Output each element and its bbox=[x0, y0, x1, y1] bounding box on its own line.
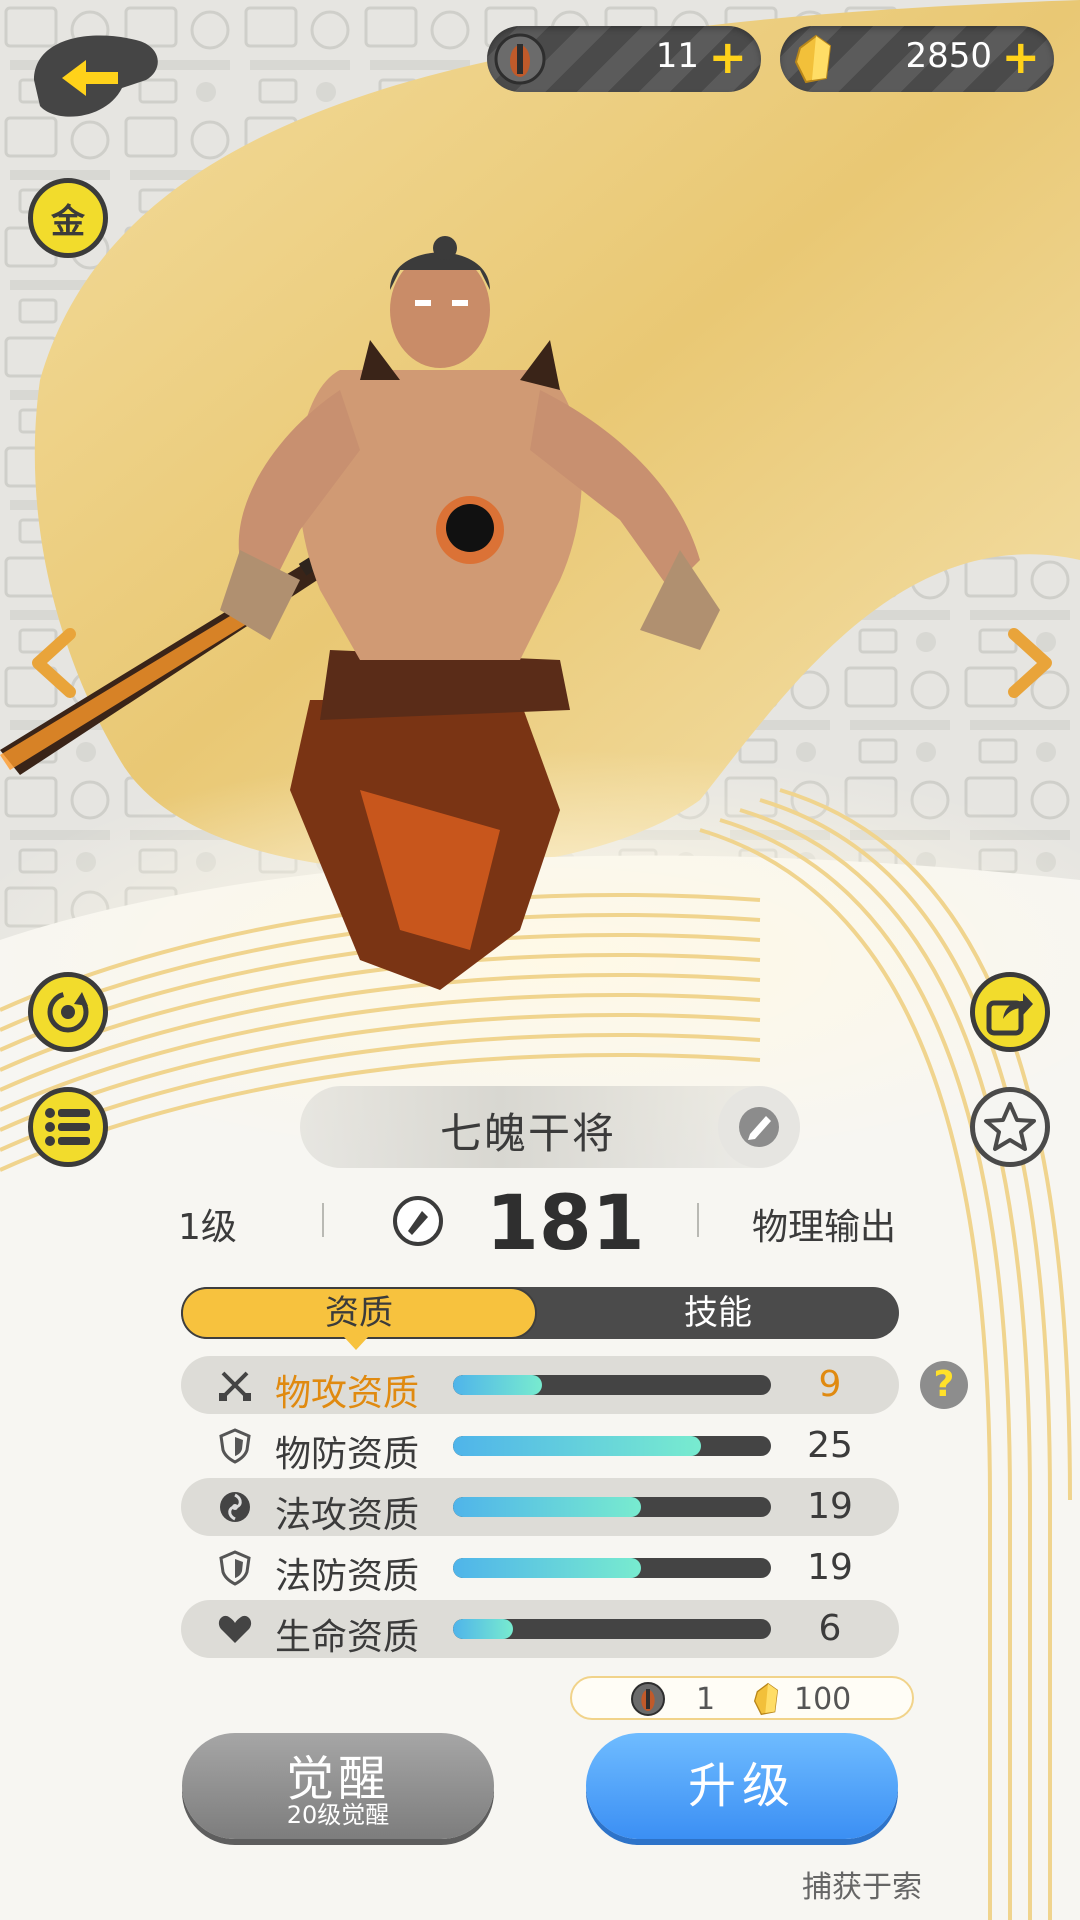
spirit-orb-amount: 11 bbox=[655, 36, 699, 76]
stat-value: 9 bbox=[818, 1364, 842, 1405]
gold-char: 金 bbox=[51, 201, 85, 242]
chevron-right-icon bbox=[1008, 628, 1052, 698]
awaken-button[interactable]: 觉醒 20级觉醒 bbox=[182, 1733, 494, 1839]
next-hero-button[interactable] bbox=[1000, 628, 1060, 698]
stat-value: 19 bbox=[807, 1547, 853, 1588]
stat-value: 6 bbox=[818, 1608, 842, 1649]
stat-label: 物防资质 bbox=[275, 1434, 420, 1475]
stat-value: 25 bbox=[807, 1425, 853, 1466]
orb-cost: 1 bbox=[696, 1682, 716, 1717]
rotate-button[interactable] bbox=[28, 972, 108, 1052]
hero-power: 181 bbox=[486, 1178, 645, 1267]
stat-row-magic-defense: 法防资质 19 bbox=[181, 1539, 899, 1597]
stat-label: 法防资质 bbox=[275, 1556, 420, 1597]
list-button[interactable] bbox=[28, 1087, 108, 1167]
edit-pencil-icon bbox=[739, 1107, 779, 1147]
rotate-icon bbox=[47, 991, 89, 1033]
gold-crystal-icon bbox=[786, 32, 840, 86]
upgrade-cost: 1 100 bbox=[570, 1676, 914, 1720]
list-icon bbox=[45, 1108, 90, 1146]
tab-qualification[interactable]: 资质 bbox=[181, 1287, 537, 1339]
chevron-left-icon bbox=[32, 628, 76, 698]
hero-role: 物理输出 bbox=[752, 1207, 897, 1248]
gold-badge-button[interactable]: 金 bbox=[28, 178, 108, 258]
stat-bar bbox=[453, 1619, 771, 1639]
shield-icon bbox=[219, 1428, 251, 1464]
stat-row-health: 生命资质 6 bbox=[181, 1600, 899, 1658]
favorite-button[interactable] bbox=[970, 1087, 1050, 1167]
stat-row-magic-attack: 法攻资质 19 bbox=[181, 1478, 899, 1536]
back-arrow-icon bbox=[34, 35, 158, 117]
crystal-cost: 100 bbox=[794, 1682, 852, 1717]
stat-bar bbox=[453, 1497, 771, 1517]
stat-row-physical-attack: 物攻资质 9 bbox=[181, 1356, 899, 1414]
add-spirit-orb-button[interactable]: + bbox=[708, 30, 747, 84]
stat-label: 法攻资质 bbox=[275, 1495, 420, 1536]
back-button[interactable] bbox=[26, 20, 166, 126]
stat-row-physical-defense: 物防资质 25 bbox=[181, 1417, 899, 1475]
gold-crystal-icon bbox=[748, 1681, 784, 1717]
hero-character-model[interactable] bbox=[0, 230, 820, 990]
magic-orb-icon bbox=[220, 1492, 250, 1522]
previous-hero-button[interactable] bbox=[24, 628, 84, 698]
crystal-amount: 2850 bbox=[905, 36, 992, 76]
star-icon bbox=[984, 1102, 1036, 1151]
stat-bar bbox=[453, 1436, 771, 1456]
share-icon bbox=[986, 993, 1033, 1036]
hero-name-plate: 七魄干将 bbox=[300, 1086, 800, 1168]
divider bbox=[697, 1203, 699, 1237]
divider bbox=[322, 1203, 324, 1237]
spirit-orb-icon bbox=[493, 32, 547, 86]
active-tab-pointer bbox=[344, 1337, 368, 1350]
heart-icon bbox=[218, 1615, 252, 1643]
share-button[interactable] bbox=[970, 972, 1050, 1052]
spirit-orb-icon bbox=[630, 1681, 666, 1717]
stat-bar bbox=[453, 1375, 771, 1395]
spirit-orb-resource[interactable]: 11 + bbox=[487, 26, 761, 92]
stat-label: 生命资质 bbox=[275, 1617, 420, 1658]
capture-location-text: 捕获于索 bbox=[802, 1870, 922, 1905]
awaken-requirement: 20级觉醒 bbox=[286, 1801, 390, 1829]
add-crystal-button[interactable]: + bbox=[1001, 30, 1040, 84]
help-button[interactable]: ? bbox=[920, 1361, 968, 1409]
hero-level: 1级 bbox=[178, 1207, 237, 1248]
crystal-resource[interactable]: 2850 + bbox=[780, 26, 1054, 92]
detail-tabs: 资质 技能 bbox=[181, 1287, 899, 1339]
stat-label: 物攻资质 bbox=[275, 1373, 420, 1414]
rename-button[interactable] bbox=[718, 1086, 800, 1168]
upgrade-button[interactable]: 升级 bbox=[586, 1733, 898, 1839]
hero-name: 七魄干将 bbox=[440, 1109, 617, 1158]
shield-icon bbox=[219, 1550, 251, 1586]
stat-value: 19 bbox=[807, 1486, 853, 1527]
tab-skills[interactable]: 技能 bbox=[537, 1287, 899, 1339]
stat-bar bbox=[453, 1558, 771, 1578]
crossed-swords-icon bbox=[219, 1371, 251, 1401]
power-icon bbox=[392, 1195, 444, 1247]
